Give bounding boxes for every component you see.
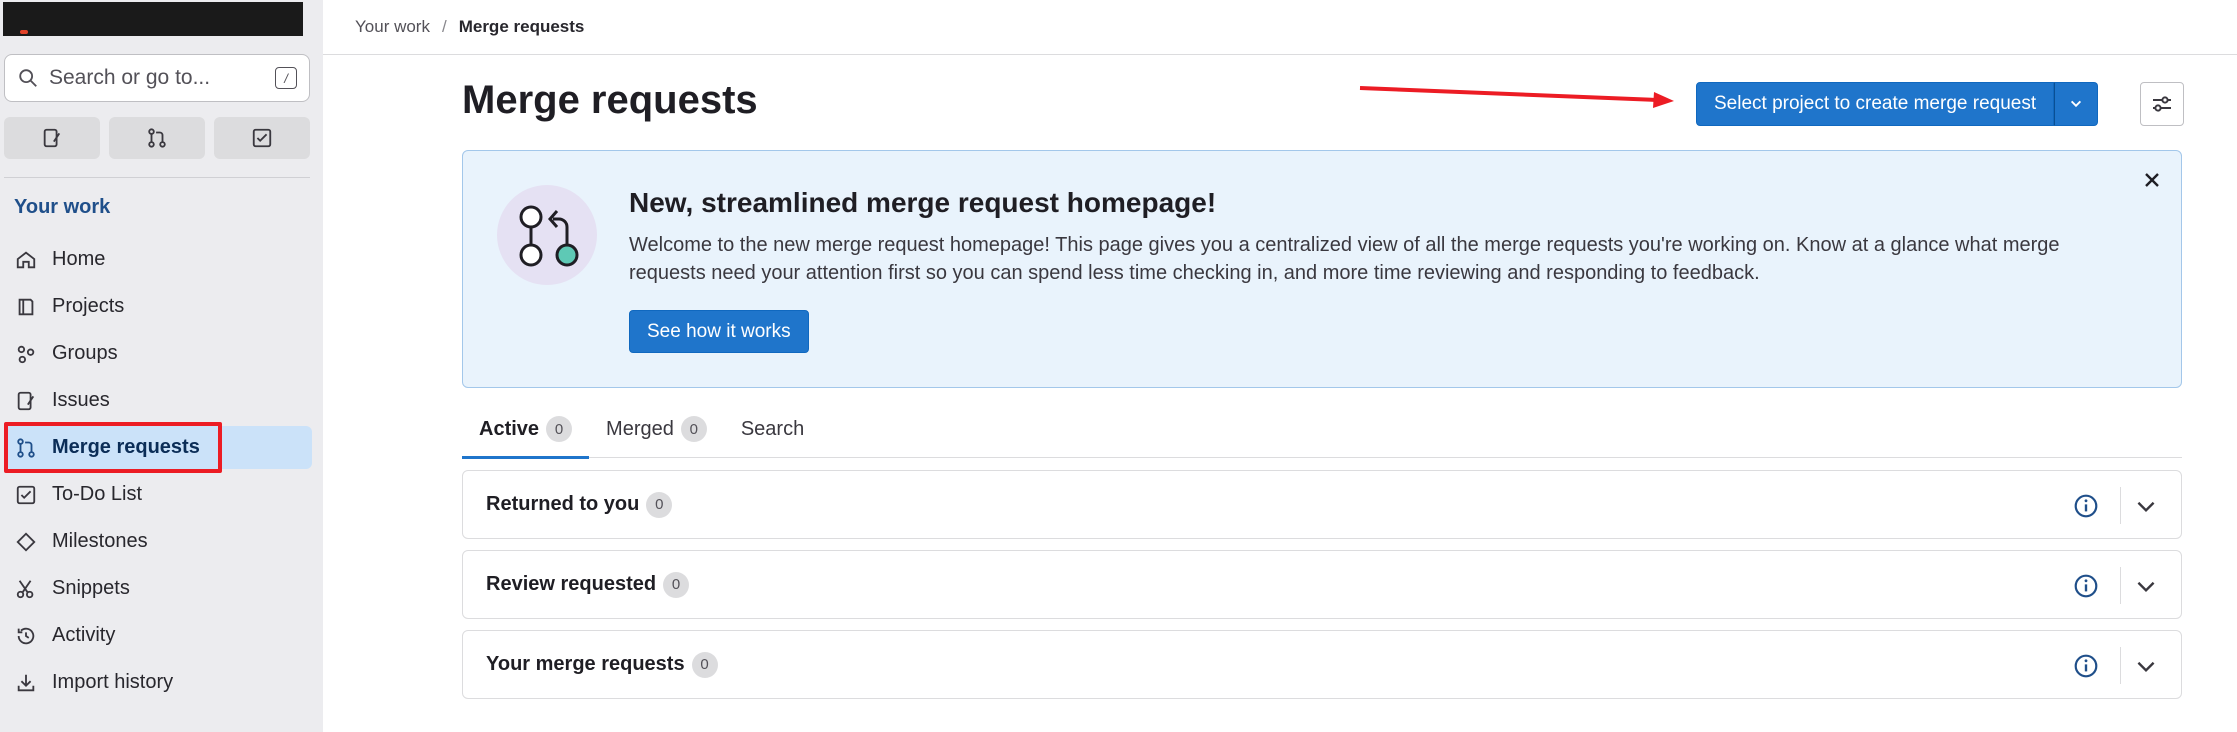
- sidebar-item-import-history[interactable]: Import history: [4, 661, 312, 704]
- section-count-badge: 0: [663, 571, 690, 598]
- sidebar-item-label: Issues: [52, 389, 110, 411]
- section-returned-to-you[interactable]: Returned to you 0: [462, 470, 2182, 539]
- sidebar-item-label: Groups: [52, 342, 118, 364]
- sidebar-item-label: Milestones: [52, 530, 148, 552]
- section-count-badge: 0: [646, 491, 673, 518]
- milestone-icon: [14, 530, 38, 554]
- info-icon[interactable]: [2073, 573, 2099, 599]
- tab-count-badge: 0: [546, 416, 573, 442]
- banner-title: New, streamlined merge request homepage!: [629, 187, 1217, 218]
- sidebar-divider: [4, 177, 310, 178]
- new-merge-request-button-group: Select project to create merge request: [1696, 82, 2099, 126]
- sidebar-section-title: Your work: [14, 196, 111, 218]
- feature-banner: New, streamlined merge request homepage!…: [462, 150, 2182, 388]
- sidebar-item-label: Snippets: [52, 577, 130, 599]
- sidebar: Search or go to... / Your work Home Proj…: [0, 0, 323, 732]
- close-icon: [2145, 173, 2159, 187]
- see-how-it-works-button[interactable]: See how it works: [629, 310, 809, 353]
- sidebar-item-projects[interactable]: Projects: [4, 285, 312, 328]
- annotation-arrow: [1359, 86, 1674, 108]
- section-title: Returned to you: [486, 493, 640, 515]
- chevron-down-icon: [2071, 100, 2082, 108]
- section-divider: [2120, 487, 2121, 524]
- tab-search[interactable]: Search: [724, 400, 821, 458]
- history-icon: [14, 624, 38, 648]
- snippet-icon: [14, 577, 38, 601]
- tab-merged[interactable]: Merged 0: [589, 400, 724, 458]
- tab-label: Merged: [606, 417, 674, 440]
- tab-active[interactable]: Active 0: [462, 400, 590, 459]
- section-your-merge-requests[interactable]: Your merge requests 0: [462, 630, 2182, 699]
- page-title: Merge requests: [462, 78, 758, 122]
- sidebar-item-home[interactable]: Home: [4, 238, 312, 281]
- gitlab-logo-fragment: [20, 30, 28, 34]
- tab-label: Search: [740, 417, 805, 440]
- quick-merge-requests-button[interactable]: [109, 117, 205, 159]
- quick-actions: [4, 117, 310, 159]
- search-input[interactable]: Search or go to... /: [4, 54, 310, 102]
- select-project-button[interactable]: Select project to create merge request: [1696, 82, 2055, 126]
- settings-sliders-icon: [2153, 96, 2171, 112]
- issues-icon: [43, 128, 61, 148]
- breadcrumb-link-your-work[interactable]: Your work: [355, 17, 430, 37]
- sidebar-item-merge-requests[interactable]: Merge requests: [4, 426, 312, 469]
- section-divider: [2120, 567, 2121, 604]
- section-count-badge: 0: [691, 651, 718, 678]
- chevron-down-icon[interactable]: [2133, 573, 2159, 599]
- section-divider: [2120, 647, 2121, 684]
- list-settings-button[interactable]: [2140, 82, 2184, 126]
- sidebar-nav: Home Projects Groups Issues Merge reques…: [4, 238, 312, 708]
- sidebar-item-label: Import history: [52, 671, 174, 693]
- quick-todo-button[interactable]: [214, 117, 310, 159]
- merge-request-illustration: [497, 185, 597, 285]
- sidebar-item-label: Home: [52, 248, 106, 270]
- chevron-down-icon[interactable]: [2133, 493, 2159, 519]
- sidebar-item-milestones[interactable]: Milestones: [4, 520, 312, 563]
- dropdown-toggle-button[interactable]: [2054, 82, 2099, 126]
- sidebar-item-snippets[interactable]: Snippets: [4, 567, 312, 610]
- chevron-down-icon[interactable]: [2133, 653, 2159, 679]
- sidebar-item-label: Projects: [52, 295, 125, 317]
- sidebar-item-activity[interactable]: Activity: [4, 614, 312, 657]
- issues-icon: [14, 389, 38, 413]
- info-icon[interactable]: [2073, 653, 2099, 679]
- group-icon: [14, 342, 38, 366]
- breadcrumb: Your work / Merge requests: [323, 0, 2237, 55]
- redacted-header: [3, 2, 303, 36]
- sidebar-item-label: Merge requests: [52, 436, 200, 458]
- sidebar-item-groups[interactable]: Groups: [4, 332, 312, 375]
- search-icon: [19, 69, 37, 87]
- sidebar-item-issues[interactable]: Issues: [4, 379, 312, 422]
- merge-request-icon: [148, 128, 166, 148]
- tab-count-badge: 0: [680, 416, 707, 442]
- section-title: Your merge requests: [486, 653, 685, 675]
- import-icon: [14, 671, 38, 695]
- sidebar-item-label: To-Do List: [52, 483, 143, 505]
- merge-request-icon: [14, 436, 38, 460]
- home-icon: [14, 248, 38, 272]
- banner-description: Welcome to the new merge request homepag…: [629, 234, 2060, 284]
- sidebar-item-label: Activity: [52, 624, 116, 646]
- search-placeholder: Search or go to...: [49, 66, 211, 89]
- section-title: Review requested: [486, 573, 657, 595]
- search-shortcut: /: [275, 67, 297, 89]
- sidebar-item-todo-list[interactable]: To-Do List: [4, 473, 312, 516]
- tab-bar: Active 0 Merged 0 Search: [462, 400, 2182, 459]
- todo-icon: [252, 128, 272, 148]
- todo-icon: [14, 483, 38, 507]
- banner-close-button[interactable]: [2137, 165, 2167, 195]
- breadcrumb-separator: /: [441, 17, 447, 36]
- info-icon[interactable]: [2073, 493, 2099, 519]
- section-review-requested[interactable]: Review requested 0: [462, 550, 2182, 619]
- tab-label: Active: [479, 417, 540, 440]
- project-icon: [14, 295, 38, 319]
- breadcrumb-current[interactable]: Merge requests: [459, 17, 585, 37]
- quick-issues-button[interactable]: [4, 117, 100, 159]
